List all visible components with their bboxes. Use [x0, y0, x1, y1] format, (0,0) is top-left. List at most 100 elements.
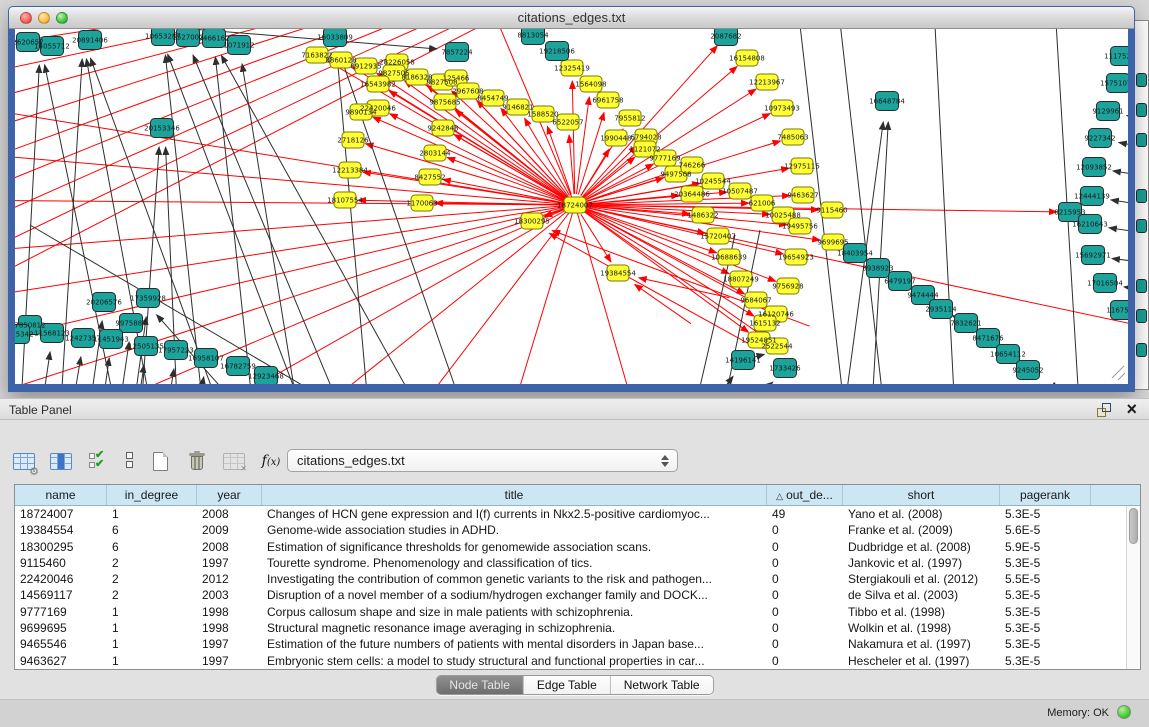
column-header-name[interactable]: name: [15, 485, 107, 505]
table-row[interactable]: 911546021997Tourette syndrome. Phenomeno…: [15, 555, 1140, 571]
graph-node-label: 20206576: [86, 299, 122, 307]
graph-node-label: 18724007: [557, 202, 593, 210]
function-builder-button[interactable]: f(x): [257, 448, 285, 474]
graph-node-label: 10688639: [711, 254, 747, 262]
select-rows-button[interactable]: ✔ ✔: [84, 448, 112, 474]
graph-node-label: 6794028: [630, 134, 661, 142]
table-cell: 14569117: [15, 587, 107, 603]
table-row[interactable]: 969969511998Structural magnetic resonanc…: [15, 620, 1140, 636]
graph-node-label: 9875685: [429, 99, 460, 107]
table-cell: 0: [767, 587, 843, 603]
graph-canvas[interactable]: 1872400771638228860128891293528226058982…: [15, 29, 1128, 384]
table-cell: Wolkin et al. (1998): [843, 620, 1000, 636]
table-cell: Yano et al. (2008): [843, 506, 1000, 522]
graph-node-label: 14055712: [34, 43, 70, 51]
table-cell: 1997: [197, 555, 262, 571]
graph-node-label: 12923468: [248, 373, 284, 381]
table-panel-header[interactable]: Table Panel ×: [0, 398, 1149, 420]
table-cell: 2008: [197, 539, 262, 555]
graph-edge: [575, 205, 1128, 330]
memory-ok-icon: [1117, 705, 1131, 719]
table-row[interactable]: 1938455462009Genome-wide association stu…: [15, 522, 1140, 538]
tab-node-table[interactable]: Node Table: [436, 676, 524, 694]
table-mode-button[interactable]: ⚙: [10, 448, 38, 474]
table-cell: 5.3E-5: [1000, 587, 1091, 603]
column-header-label: pagerank: [1020, 488, 1070, 502]
graph-node-label: 2803144: [419, 150, 451, 158]
scrollbar-thumb[interactable]: [1129, 508, 1138, 544]
table-cell: 5.3E-5: [1000, 653, 1091, 669]
graph-node-label: 1071912: [223, 42, 254, 50]
table-cell: 1998: [197, 620, 262, 636]
table-row[interactable]: 1456911722003Disruption of a novel membe…: [15, 587, 1140, 603]
tab-edge-table[interactable]: Edge Table: [524, 676, 611, 694]
graph-edge: [722, 376, 733, 384]
create-column-button[interactable]: [146, 448, 174, 474]
table-cell: 19384554: [15, 522, 107, 538]
graph-node-label: 16958107: [188, 355, 224, 363]
graph-node-label: 8215953: [1054, 209, 1085, 217]
table-row[interactable]: 1872400712008Changes of HCN gene express…: [15, 506, 1140, 522]
graph-node-label: 20364486: [674, 191, 710, 199]
row-height-button[interactable]: [121, 448, 137, 474]
close-panel-icon[interactable]: ×: [1126, 399, 1137, 421]
column-header-short[interactable]: short: [843, 485, 1000, 505]
graph-edge: [575, 205, 640, 384]
graph-node-label: 17957223: [158, 347, 194, 355]
delete-column-button[interactable]: [183, 448, 211, 474]
column-select-icon: [50, 453, 72, 470]
graph-node-label: 1121072: [629, 146, 660, 154]
delete-table-button: ✕: [220, 448, 248, 474]
column-header-out_de[interactable]: △out_de...: [767, 485, 843, 505]
table-select-dropdown[interactable]: citations_edges.txt: [287, 449, 678, 472]
graph-edge: [1113, 171, 1128, 176]
column-header-in_degree[interactable]: in_degree: [107, 485, 197, 505]
sort-ascending-icon: △: [776, 491, 783, 501]
graph-node-label: 9129961: [1092, 108, 1123, 116]
status-bar: Memory: OK: [0, 699, 1149, 727]
float-panel-icon[interactable]: [1097, 403, 1111, 417]
graph-node-label: 12325419: [554, 65, 590, 73]
table-cell: 0: [767, 653, 843, 669]
graph-node-label: 19654923: [778, 254, 814, 262]
network-window[interactable]: citations_edges.txt 18724007716382288601…: [8, 6, 1135, 392]
table-row[interactable]: 946554611997Estimation of the future num…: [15, 636, 1140, 652]
graph-node-label: 125466: [443, 75, 470, 83]
show-columns-button[interactable]: [47, 448, 75, 474]
graph-node-label: 9699695: [817, 239, 848, 247]
column-header-label: out_de...: [786, 488, 833, 502]
graph-node-label: 10245544: [695, 178, 731, 186]
graph-edge: [242, 64, 298, 384]
graph-node-label: 7850812: [15, 322, 46, 330]
background-graph-node: [1136, 219, 1147, 233]
window-titlebar[interactable]: citations_edges.txt: [9, 7, 1134, 29]
table-cell: Disruption of a novel member of a sodium…: [262, 587, 767, 603]
tab-network-table[interactable]: Network Table: [611, 676, 713, 694]
graph-node-label: 1990448: [600, 135, 631, 143]
graph-node-label: 8454749: [477, 95, 508, 103]
gear-icon: ⚙: [29, 467, 39, 478]
table-row[interactable]: 1830029562008Estimation of significance …: [15, 539, 1140, 555]
column-header-year[interactable]: year: [197, 485, 262, 505]
graph-edge: [873, 122, 889, 384]
table-cell: Hescheler et al. (1997): [843, 653, 1000, 669]
vertical-scrollbar[interactable]: [1126, 506, 1140, 669]
column-header-label: title: [505, 488, 524, 502]
graph-node-label: 9474444: [907, 292, 939, 300]
graph-edge: [42, 352, 50, 384]
delete-table-icon: ✕: [223, 453, 245, 470]
table-row[interactable]: 2242004622012Investigating the contribut…: [15, 571, 1140, 587]
table-cell: Changes of HCN gene expression and I(f) …: [262, 506, 767, 522]
table-toolbar: ⚙ ✔ ✔ ✕ f(x): [10, 446, 285, 476]
window-title: citations_edges.txt: [9, 7, 1134, 29]
table-cell: 1: [107, 636, 197, 652]
graph-node-label: 9975887: [115, 320, 146, 328]
table-row[interactable]: 977716911998Corpus callosum shape and si…: [15, 604, 1140, 620]
node-table[interactable]: namein_degreeyeartitle△out_de...shortpag…: [14, 484, 1141, 670]
table-cell: Tibbo et al. (1998): [843, 604, 1000, 620]
table-row[interactable]: 946362711997Embryonic stem cells: a mode…: [15, 653, 1140, 669]
graph-node-label: 2522544: [761, 343, 793, 351]
table-cell: 22420046: [15, 571, 107, 587]
column-header-pagerank[interactable]: pagerank: [1000, 485, 1091, 505]
column-header-title[interactable]: title: [262, 485, 767, 505]
